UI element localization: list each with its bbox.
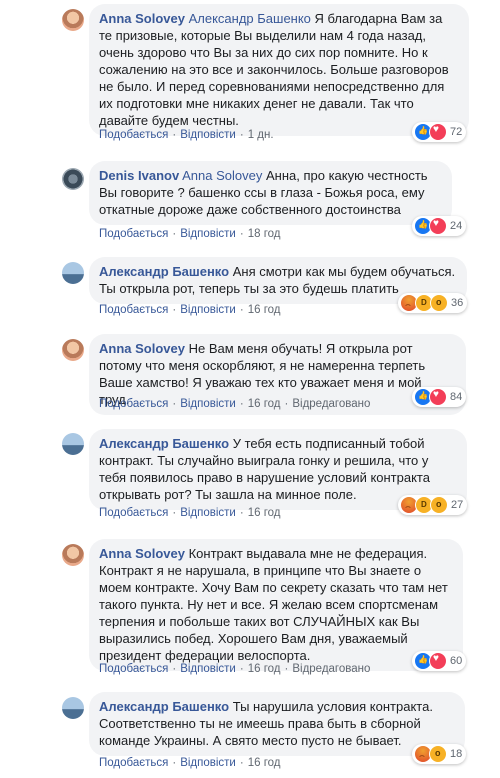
comment-time[interactable]: 16 год	[248, 398, 281, 410]
comment-bubble: Александр Башенко Ты нарушила условия ко…	[89, 692, 465, 756]
reaction-count: 18	[450, 748, 463, 760]
comment-time[interactable]: 18 год	[248, 228, 281, 240]
reaction-count: 27	[451, 499, 464, 511]
comment-mention[interactable]: Александр Башенко	[189, 11, 311, 26]
reactions-summary[interactable]: 24	[412, 216, 467, 236]
avatar[interactable]	[62, 697, 84, 719]
reaction-count: 24	[450, 220, 463, 232]
like-link[interactable]: Подобається	[99, 507, 168, 519]
reaction-count: 60	[450, 655, 463, 667]
comment-bubble: Denis Ivanov Anna Solovey Анна, про каку…	[89, 161, 452, 225]
comment-actions: Подобається · Відповісти · 18 год	[99, 228, 281, 240]
comment-actions: Подобається · Відповісти · 16 год	[99, 507, 281, 519]
reactions-summary[interactable]: 36	[398, 293, 468, 313]
like-link[interactable]: Подобається	[99, 663, 168, 675]
reactions-summary[interactable]: 18	[412, 744, 467, 764]
comment-author[interactable]: Александр Башенко	[99, 699, 229, 714]
comment-time[interactable]: 16 год	[248, 663, 281, 675]
reaction-count: 72	[450, 126, 463, 138]
wow-icon	[429, 745, 447, 763]
comment-text: Контракт выдавала мне не федерация. Конт…	[99, 546, 448, 663]
reply-link[interactable]: Відповісти	[180, 507, 236, 519]
avatar[interactable]	[62, 262, 84, 284]
comment-author[interactable]: Anna Solovey	[99, 11, 185, 26]
reaction-count: 84	[450, 391, 463, 403]
love-icon	[429, 652, 447, 670]
reaction-count: 36	[451, 297, 464, 309]
comment-actions: Подобається · Відповісти · 16 год	[99, 757, 281, 769]
like-link[interactable]: Подобається	[99, 304, 168, 316]
comment-text: Я благодарна Вам за те призовые, которые…	[99, 11, 449, 128]
reactions-summary[interactable]: 60	[412, 651, 467, 671]
reply-link[interactable]: Відповісти	[180, 228, 236, 240]
avatar[interactable]	[62, 433, 84, 455]
comment-time[interactable]: 16 год	[248, 757, 281, 769]
reactions-summary[interactable]: 84	[412, 387, 467, 407]
avatar[interactable]	[62, 168, 84, 190]
like-link[interactable]: Подобається	[99, 129, 168, 141]
reply-link[interactable]: Відповісти	[180, 129, 236, 141]
comment-actions: Подобається · Відповісти · 16 год	[99, 304, 281, 316]
reply-link[interactable]: Відповісти	[180, 663, 236, 675]
comment-author[interactable]: Anna Solovey	[99, 546, 185, 561]
edited-label[interactable]: Відредаговано	[292, 398, 370, 410]
comment-author[interactable]: Александр Башенко	[99, 264, 229, 279]
love-icon	[429, 388, 447, 406]
like-link[interactable]: Подобається	[99, 398, 168, 410]
avatar[interactable]	[62, 9, 84, 31]
reply-link[interactable]: Відповісти	[180, 304, 236, 316]
like-link[interactable]: Подобається	[99, 228, 168, 240]
edited-label[interactable]: Відредаговано	[292, 663, 370, 675]
comment-actions: Подобається · Відповісти · 1 дн.	[99, 129, 274, 141]
wow-icon	[430, 496, 448, 514]
reply-link[interactable]: Відповісти	[180, 757, 236, 769]
like-link[interactable]: Подобається	[99, 757, 168, 769]
wow-icon	[430, 294, 448, 312]
love-icon	[429, 123, 447, 141]
avatar[interactable]	[62, 339, 84, 361]
reply-link[interactable]: Відповісти	[180, 398, 236, 410]
reactions-summary[interactable]: 72	[412, 122, 467, 142]
avatar[interactable]	[62, 544, 84, 566]
comment-actions: Подобається · Відповісти · 16 год · Відредагов…	[99, 663, 371, 675]
comment-mention[interactable]: Anna Solovey	[182, 168, 262, 183]
love-icon	[429, 217, 447, 235]
comment-time[interactable]: 16 год	[248, 304, 281, 316]
comment-time[interactable]: 16 год	[248, 507, 281, 519]
comment-author[interactable]: Александр Башенко	[99, 436, 229, 451]
comment-bubble: Anna Solovey Александр Башенко Я благода…	[89, 4, 469, 136]
reactions-summary[interactable]: 27	[398, 495, 468, 515]
comment-author[interactable]: Anna Solovey	[99, 341, 185, 356]
comment-time[interactable]: 1 дн.	[248, 129, 274, 141]
comment-author[interactable]: Denis Ivanov	[99, 168, 179, 183]
comment-actions: Подобається · Відповісти · 16 год · Відредагов…	[99, 398, 371, 410]
comment-bubble: Anna Solovey Контракт выдавала мне не фе…	[89, 539, 463, 671]
